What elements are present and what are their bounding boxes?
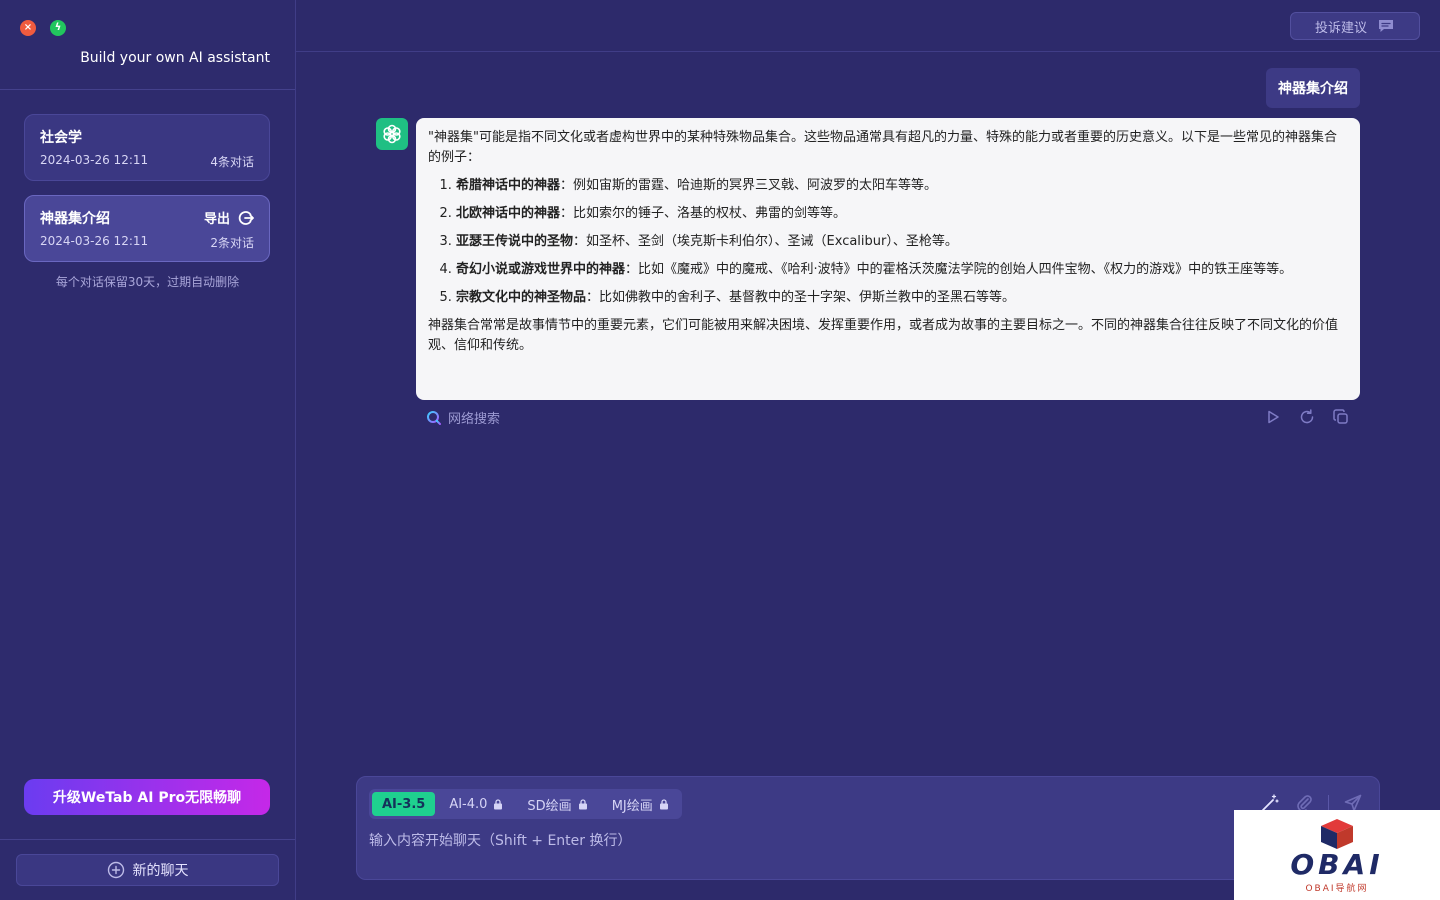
chat-main: 投诉建议 神器集介绍 "神器集"可能是指不同文化或者虚构世界中的某种特殊物品集合… bbox=[296, 0, 1440, 900]
model-label: AI-3.5 bbox=[382, 796, 426, 812]
ai-logo-icon bbox=[383, 124, 401, 144]
conversation-meta: 2024-03-26 12:11 2条对话 bbox=[40, 234, 254, 251]
export-icon bbox=[238, 210, 254, 225]
chat-composer: AI-3.5 AI-4.0 SD绘画 MJ绘画 bbox=[356, 776, 1380, 880]
list-item-title: 希腊神话中的神器 bbox=[456, 178, 561, 193]
list-item-text: ：如圣杯、圣剑（埃克斯卡利伯尔）、圣诫（Excalibur）、圣枪等。 bbox=[573, 234, 958, 249]
web-search-button[interactable]: 网络搜索 bbox=[426, 408, 500, 427]
sidebar-divider bbox=[0, 839, 295, 840]
list-item-title: 亚瑟王传说中的圣物 bbox=[456, 234, 574, 249]
close-icon: × bbox=[23, 22, 33, 33]
zoom-window-button[interactable]: ϟ bbox=[50, 20, 66, 36]
chat-input[interactable] bbox=[369, 829, 1229, 853]
upgrade-pro-button[interactable]: 升级WeTab AI Pro无限畅聊 bbox=[24, 779, 270, 815]
feedback-button[interactable]: 投诉建议 bbox=[1290, 12, 1420, 40]
list-item-title: 宗教文化中的神圣物品 bbox=[456, 290, 587, 305]
model-label: SD绘画 bbox=[527, 798, 572, 814]
model-label: MJ绘画 bbox=[611, 798, 653, 814]
watermark-subtext: OBAI导航网 bbox=[1305, 883, 1369, 894]
lock-icon bbox=[494, 798, 503, 809]
list-item-text: ：比如佛教中的舍利子、基督教中的圣十字架、伊斯兰教中的圣黑石等等。 bbox=[586, 290, 1016, 305]
app-tagline: Build your own AI assistant bbox=[80, 50, 270, 66]
model-tab-sd[interactable]: SD绘画 bbox=[517, 792, 597, 816]
retention-note: 每个对话保留30天，过期自动删除 bbox=[55, 275, 240, 289]
conversation-date: 2024-03-26 12:11 bbox=[40, 234, 149, 248]
message-toolbar: 网络搜索 bbox=[426, 408, 1350, 428]
lock-icon bbox=[578, 798, 587, 809]
watermark-text: OBAI bbox=[1290, 847, 1384, 881]
sidebar-divider bbox=[0, 89, 295, 90]
bot-avatar bbox=[376, 118, 408, 150]
lock-icon bbox=[659, 798, 668, 809]
watermark: OBAI OBAI导航网 bbox=[1234, 810, 1440, 900]
model-tab-ai40[interactable]: AI-4.0 bbox=[439, 792, 513, 816]
model-label: AI-4.0 bbox=[449, 796, 488, 812]
search-icon bbox=[427, 410, 441, 425]
model-selector: AI-3.5 AI-4.0 SD绘画 MJ绘画 bbox=[369, 789, 682, 819]
close-window-button[interactable]: × bbox=[20, 20, 36, 36]
model-tab-mj[interactable]: MJ绘画 bbox=[602, 792, 679, 816]
window-controls: × ϟ bbox=[20, 20, 66, 36]
list-item-title: 北欧神话中的神器 bbox=[456, 206, 561, 221]
message-actions bbox=[1264, 408, 1350, 426]
conversation-count: 2条对话 bbox=[210, 236, 254, 250]
top-bar: 投诉建议 bbox=[296, 0, 1440, 52]
lightning-icon: ϟ bbox=[54, 22, 62, 33]
conversation-meta: 2024-03-26 12:11 4条对话 bbox=[40, 153, 254, 170]
list-item-text: ：比如《魔戒》中的魔戒、《哈利·波特》中的霍格沃茨魔法学院的创始人四件宝物、《权… bbox=[625, 262, 1293, 277]
list-item: 亚瑟王传说中的圣物：如圣杯、圣剑（埃克斯卡利伯尔）、圣诫（Excalibur）、… bbox=[456, 232, 1348, 252]
feedback-label: 投诉建议 bbox=[1314, 20, 1367, 36]
list-item: 奇幻小说或游戏世界中的神器：比如《魔戒》中的魔戒、《哈利·波特》中的霍格沃茨魔法… bbox=[456, 260, 1348, 280]
conversation-date: 2024-03-26 12:11 bbox=[40, 153, 149, 167]
bot-message: "神器集"可能是指不同文化或者虚构世界中的某种特殊物品集合。这些物品通常具有超凡… bbox=[416, 118, 1360, 400]
model-tab-ai35[interactable]: AI-3.5 bbox=[372, 792, 436, 816]
conversation-title: 社会学 bbox=[40, 130, 82, 146]
list-item: 宗教文化中的神圣物品：比如佛教中的舍利子、基督教中的圣十字架、伊斯兰教中的圣黑石… bbox=[456, 288, 1348, 308]
conversation-item[interactable]: 社会学 2024-03-26 12:11 4条对话 bbox=[24, 114, 270, 181]
bot-list: 希腊神话中的神器：例如宙斯的雷霆、哈迪斯的冥界三叉戟、阿波罗的太阳车等等。 北欧… bbox=[456, 176, 1348, 308]
bot-outro: 神器集合常常是故事情节中的重要元素，它们可能被用来解决困境、发挥重要作用，或者成… bbox=[428, 318, 1339, 353]
list-item: 希腊神话中的神器：例如宙斯的雷霆、哈迪斯的冥界三叉戟、阿波罗的太阳车等等。 bbox=[456, 176, 1348, 196]
conversation-count: 4条对话 bbox=[210, 155, 254, 169]
conversation-item-active[interactable]: 神器集介绍 导出 2024-03-26 12:11 2条对话 bbox=[24, 195, 270, 262]
cube-logo-icon bbox=[1321, 818, 1353, 849]
new-chat-button[interactable]: 新的聊天 bbox=[16, 854, 279, 886]
sidebar: × ϟ Build your own AI assistant 社会学 2024… bbox=[0, 0, 296, 900]
bot-intro: "神器集"可能是指不同文化或者虚构世界中的某种特殊物品集合。这些物品通常具有超凡… bbox=[428, 130, 1337, 165]
conversation-list: 社会学 2024-03-26 12:11 4条对话 神器集介绍 导出 2024-… bbox=[24, 114, 270, 276]
list-item: 北欧神话中的神器：比如索尔的锤子、洛基的权杖、弗雷的剑等等。 bbox=[456, 204, 1348, 224]
new-chat-label: 新的聊天 bbox=[132, 863, 189, 879]
web-search-label: 网络搜索 bbox=[448, 412, 501, 427]
list-item-text: ：例如宙斯的雷霆、哈迪斯的冥界三叉戟、阿波罗的太阳车等等。 bbox=[560, 178, 938, 193]
list-item-title: 奇幻小说或游戏世界中的神器 bbox=[456, 262, 626, 277]
export-label: 导出 bbox=[203, 212, 230, 227]
user-message: 神器集介绍 bbox=[1266, 68, 1360, 108]
copy-icon[interactable] bbox=[1332, 408, 1350, 426]
divider bbox=[1328, 795, 1329, 811]
message-icon bbox=[1379, 20, 1393, 32]
play-icon[interactable] bbox=[1264, 408, 1282, 426]
export-button[interactable]: 导出 bbox=[204, 208, 254, 227]
refresh-icon[interactable] bbox=[1298, 408, 1316, 426]
plus-circle-icon bbox=[107, 861, 124, 879]
list-item-text: ：比如索尔的锤子、洛基的权杖、弗雷的剑等等。 bbox=[560, 206, 847, 221]
